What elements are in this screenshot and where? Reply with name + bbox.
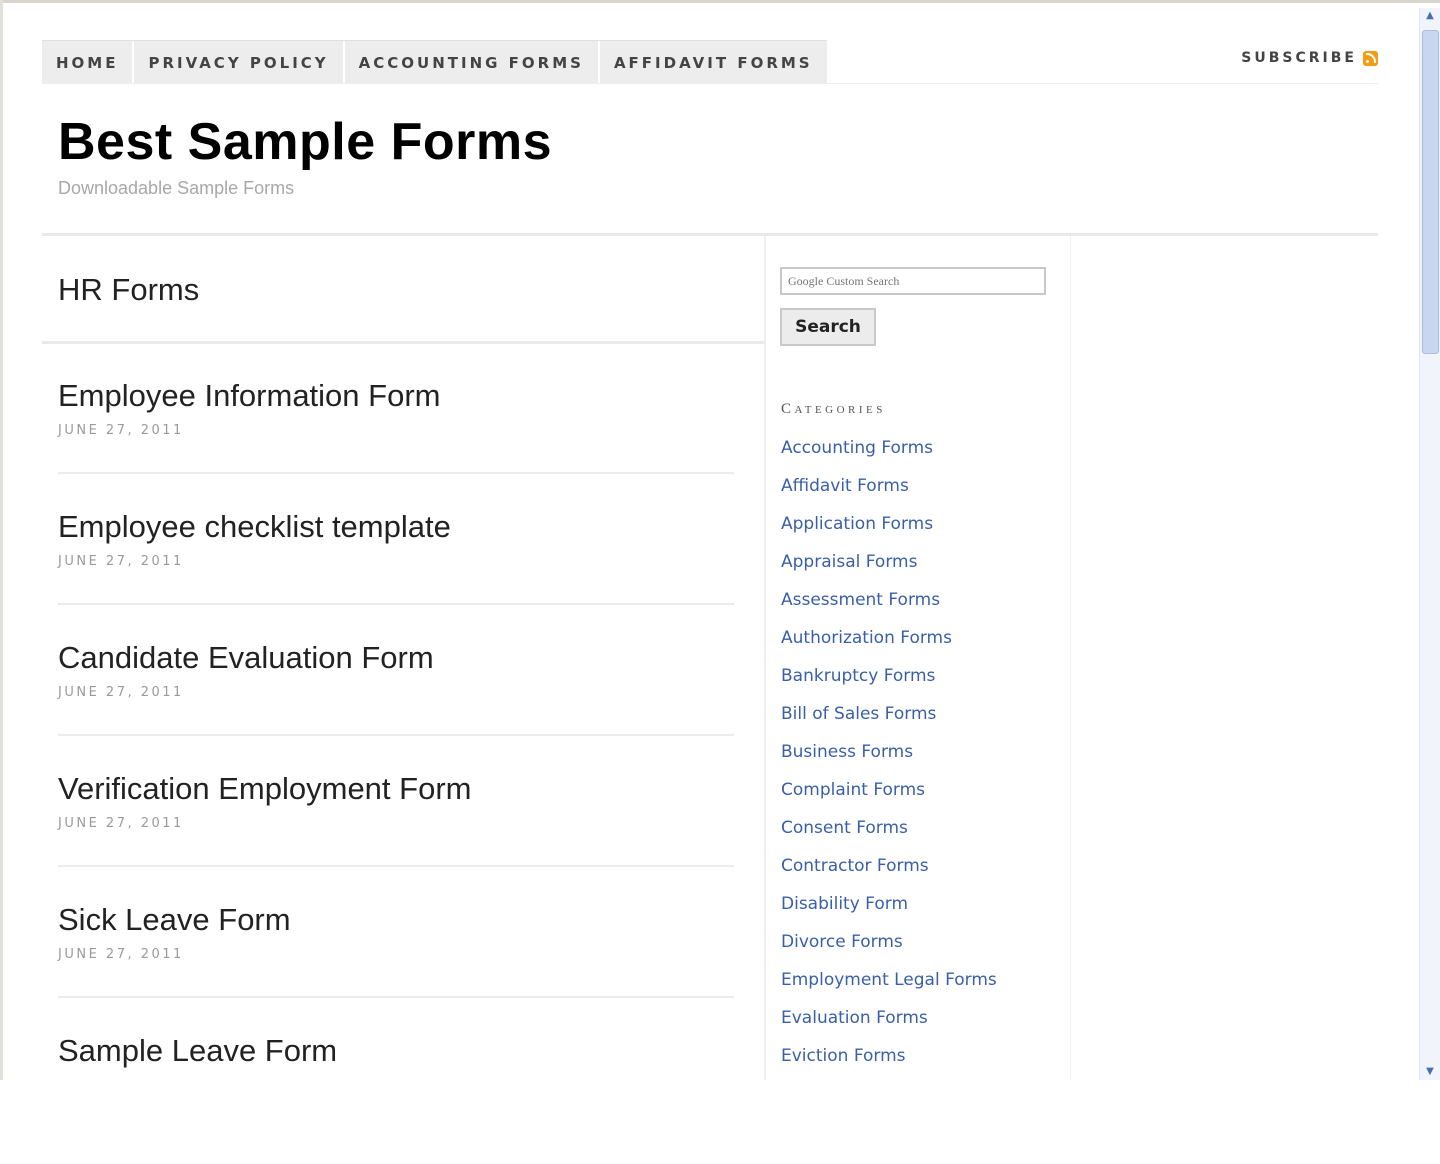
column-divider <box>764 236 766 1080</box>
subscribe-link[interactable]: SUBSCRIBE <box>1241 50 1378 66</box>
post-title-link[interactable]: Verification Employment Form <box>58 771 471 807</box>
post-date: JUNE 27, 2011 <box>58 554 184 569</box>
header-divider <box>42 233 1378 236</box>
post-item: Sample Leave Form <box>58 1033 734 1164</box>
category-link[interactable]: Complaint Forms <box>781 779 997 817</box>
category-link[interactable]: Eviction Forms <box>781 1045 997 1083</box>
category-link[interactable]: Divorce Forms <box>781 931 997 969</box>
post-item: Employee Information Form JUNE 27, 2011 <box>58 378 734 509</box>
window-top-border <box>0 0 1440 3</box>
category-link[interactable]: Affidavit Forms <box>781 475 997 513</box>
nav-divider <box>42 83 1378 84</box>
post-divider <box>58 734 734 736</box>
scroll-down-arrow-icon[interactable]: ▼ <box>1422 1064 1438 1080</box>
post-date: JUNE 27, 2011 <box>58 947 184 962</box>
post-title-link[interactable]: Sick Leave Form <box>58 902 291 938</box>
nav-item-privacy-policy[interactable]: PRIVACY POLICY <box>134 41 345 84</box>
subscribe-label: SUBSCRIBE <box>1241 50 1357 66</box>
search-input[interactable] <box>780 267 1046 295</box>
rss-icon[interactable] <box>1363 50 1378 66</box>
post-title-link[interactable]: Employee checklist template <box>58 509 451 545</box>
category-link[interactable]: Appraisal Forms <box>781 551 997 589</box>
category-link[interactable]: Authorization Forms <box>781 627 997 665</box>
category-link[interactable]: Consent Forms <box>781 817 997 855</box>
post-title-link[interactable]: Candidate Evaluation Form <box>58 640 434 676</box>
post-divider <box>58 865 734 867</box>
post-divider <box>58 472 734 474</box>
category-link[interactable]: Bill of Sales Forms <box>781 703 997 741</box>
category-link[interactable]: Application Forms <box>781 513 997 551</box>
category-link[interactable]: Accounting Forms <box>781 437 997 475</box>
post-list: Employee Information Form JUNE 27, 2011 … <box>58 378 734 1164</box>
window-left-border <box>0 0 3 1080</box>
category-link[interactable]: Employment Legal Forms <box>781 969 997 1007</box>
post-item: Sick Leave Form JUNE 27, 2011 <box>58 902 734 1033</box>
nav-item-accounting-forms[interactable]: ACCOUNTING FORMS <box>345 41 600 84</box>
site-tagline: Downloadable Sample Forms <box>58 178 295 198</box>
categories-list: Accounting Forms Affidavit Forms Applica… <box>781 437 997 1083</box>
top-navigation: HOME PRIVACY POLICY ACCOUNTING FORMS AFF… <box>42 40 827 84</box>
post-date: JUNE 27, 2011 <box>58 816 184 831</box>
scroll-up-arrow-icon[interactable]: ▲ <box>1422 8 1438 24</box>
post-item: Verification Employment Form JUNE 27, 20… <box>58 771 734 902</box>
category-link[interactable]: Contractor Forms <box>781 855 997 893</box>
post-item: Employee checklist template JUNE 27, 201… <box>58 509 734 640</box>
search-button[interactable]: Search <box>780 308 876 346</box>
post-divider <box>58 996 734 998</box>
post-title-link[interactable]: Employee Information Form <box>58 378 440 414</box>
post-date: JUNE 27, 2011 <box>58 685 184 700</box>
nav-item-home[interactable]: HOME <box>42 41 135 84</box>
site-title[interactable]: Best Sample Forms <box>58 112 552 172</box>
vertical-scrollbar[interactable]: ▲ ▼ <box>1419 8 1440 1080</box>
categories-heading: Categories <box>781 401 886 417</box>
post-item: Candidate Evaluation Form JUNE 27, 2011 <box>58 640 734 771</box>
post-date: JUNE 27, 2011 <box>58 423 184 438</box>
sidebar-edge <box>1070 236 1071 1080</box>
category-link[interactable]: Bankruptcy Forms <box>781 665 997 703</box>
page-title: HR Forms <box>58 272 200 307</box>
category-link[interactable]: Disability Form <box>781 893 997 931</box>
post-title-link[interactable]: Sample Leave Form <box>58 1033 337 1069</box>
category-link[interactable]: Assessment Forms <box>781 589 997 627</box>
category-link[interactable]: Business Forms <box>781 741 997 779</box>
nav-item-affidavit-forms[interactable]: AFFIDAVIT FORMS <box>600 41 827 84</box>
post-divider <box>58 603 734 605</box>
scrollbar-thumb[interactable] <box>1422 30 1439 354</box>
title-divider <box>42 341 764 344</box>
category-link[interactable]: Evaluation Forms <box>781 1007 997 1045</box>
